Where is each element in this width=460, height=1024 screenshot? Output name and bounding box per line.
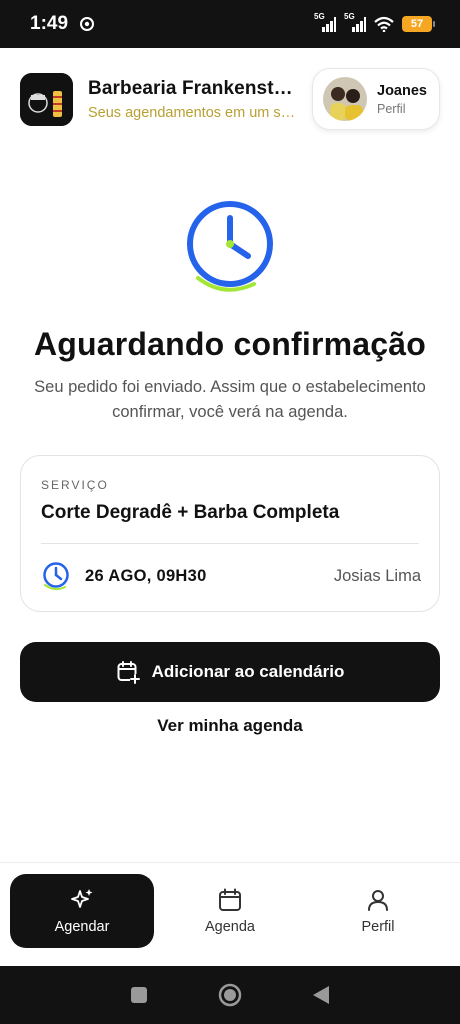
service-name: Corte Degradê + Barba Completa: [41, 502, 340, 523]
profile-chip[interactable]: Joanes Perfil: [312, 68, 440, 130]
battery-level: 57: [410, 18, 424, 30]
shop-name: Barbearia Frankenstein: [88, 77, 300, 99]
battery-icon: 57: [402, 16, 435, 32]
signal-icon: 5G: [314, 12, 336, 32]
add-to-calendar-button[interactable]: Adicionar ao calendário: [20, 642, 440, 702]
chrome-icon: [80, 17, 95, 31]
clock-icon: [43, 562, 69, 591]
view-agenda-link[interactable]: Ver minha agenda: [0, 716, 460, 736]
page-subtitle: Seu pedido foi enviado. Assim que o esta…: [34, 378, 426, 421]
app-header: Barbearia Frankenstein Seus agendamentos…: [20, 68, 440, 130]
shop-info: Barbearia Frankenstein Seus agendamentos…: [88, 78, 300, 121]
nav-label-perfil: Perfil: [361, 919, 395, 935]
bottom-nav: Agendar Agenda Perfil: [0, 862, 460, 966]
user-icon: [368, 890, 388, 911]
status-icons: 5G 5G 57: [314, 12, 435, 32]
shop-subtitle: Seus agendamentos em um só lugar: [88, 104, 300, 121]
nav-item-agenda[interactable]: Agenda: [158, 874, 302, 948]
shop-logo: [20, 72, 73, 126]
status-time: 1:49: [30, 13, 69, 34]
appointment-datetime: 26 AGO, 09H30: [85, 566, 207, 585]
nav-item-perfil[interactable]: Perfil: [306, 874, 450, 948]
sparkle-icon: [71, 889, 93, 908]
barber-name: Josias Lima: [333, 566, 421, 585]
recents-icon[interactable]: [130, 986, 148, 1004]
service-label: SERVIÇO: [41, 478, 109, 492]
appointment-row: 26 AGO, 09H30 Josias Lima: [41, 560, 421, 592]
back-icon[interactable]: [312, 985, 330, 1005]
page-title: Aguardando confirmação: [33, 326, 426, 362]
service-card: SERVIÇO Corte Degradê + Barba Completa 2…: [20, 455, 440, 612]
home-icon[interactable]: [218, 983, 242, 1007]
add-to-calendar-label: Adicionar ao calendário: [151, 662, 345, 681]
profile-text: Joanes Perfil: [377, 83, 427, 116]
avatar: [323, 77, 367, 121]
nav-label-agendar: Agendar: [54, 919, 110, 935]
profile-name: Joanes: [377, 82, 427, 99]
wifi-icon: [374, 16, 394, 32]
clock-icon: [187, 201, 273, 292]
profile-label: Perfil: [377, 101, 406, 116]
system-nav-bar: [0, 966, 460, 1024]
nav-item-agendar[interactable]: Agendar: [10, 874, 154, 948]
card-divider: [41, 543, 419, 544]
status-bar: 1:49 5G 5G 57: [0, 0, 460, 48]
nav-label-agenda: Agenda: [205, 919, 255, 935]
calendar-icon: [219, 888, 241, 911]
signal-icon-2: 5G: [344, 12, 366, 32]
calendar-add-icon: [117, 661, 140, 684]
